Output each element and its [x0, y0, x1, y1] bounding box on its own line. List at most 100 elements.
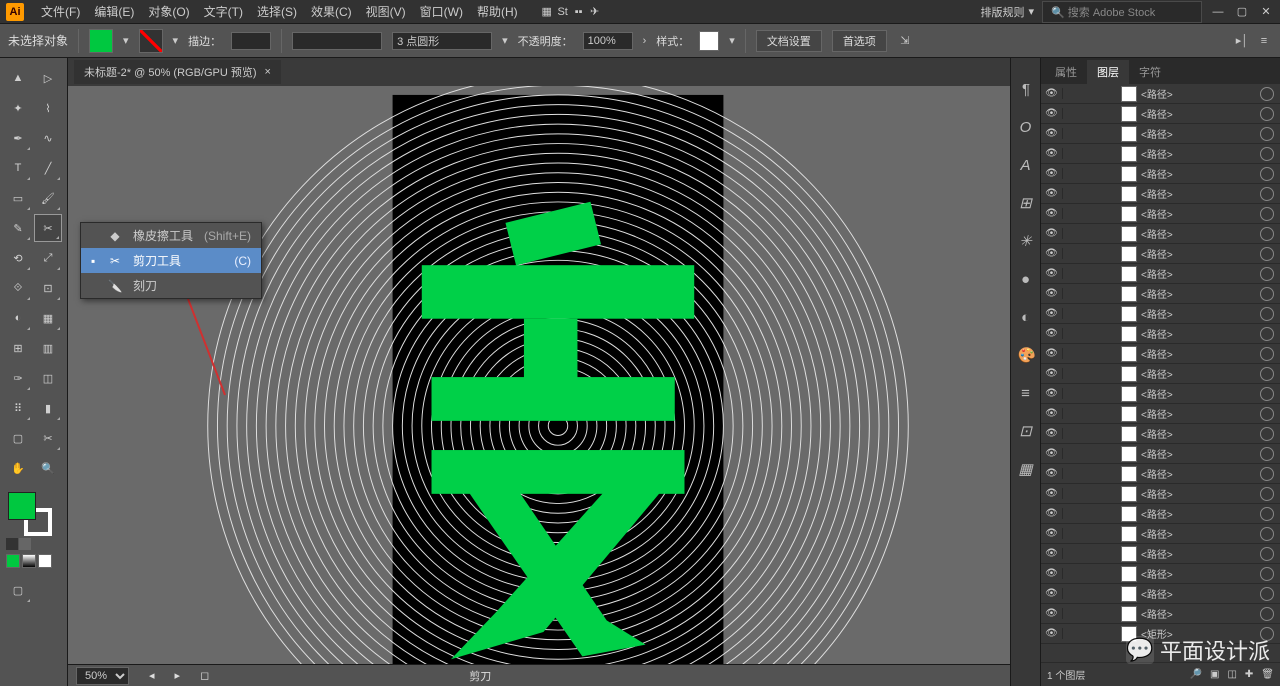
perspective-tool[interactable]: ▦ [34, 304, 62, 332]
visibility-toggle-icon[interactable]: 👁 [1041, 508, 1063, 519]
target-icon[interactable] [1260, 287, 1274, 301]
visibility-toggle-icon[interactable]: 👁 [1041, 288, 1063, 299]
scale-tool[interactable]: ⤢ [34, 244, 62, 272]
visibility-toggle-icon[interactable]: 👁 [1041, 548, 1063, 559]
document-tab[interactable]: 未标题-2* @ 50% (RGB/GPU 预览) × [74, 60, 281, 84]
target-icon[interactable] [1260, 487, 1274, 501]
layer-row[interactable]: 👁 <路径> [1041, 284, 1280, 304]
layer-row[interactable]: 👁 <路径> [1041, 464, 1280, 484]
shaper-tool[interactable]: ✎ [4, 214, 32, 242]
transparency-panel-icon[interactable]: ● [1015, 268, 1037, 290]
swap-colors-icon[interactable] [19, 538, 31, 550]
layer-row[interactable]: 👁 <路径> [1041, 164, 1280, 184]
layers-list[interactable]: 👁 <路径> 👁 <路径> 👁 <路径> 👁 <路径> 👁 <路径> 👁 <路径… [1041, 84, 1280, 662]
shape-builder-tool[interactable]: ◐ [4, 304, 32, 332]
chevron-right-icon[interactable]: › [643, 35, 647, 47]
layer-row[interactable]: 👁 <路径> [1041, 324, 1280, 344]
appearance-panel-icon[interactable]: ✳ [1015, 230, 1037, 252]
target-icon[interactable] [1260, 267, 1274, 281]
visibility-toggle-icon[interactable]: 👁 [1041, 408, 1063, 419]
layer-row[interactable]: 👁 <路径> [1041, 344, 1280, 364]
visibility-toggle-icon[interactable]: 👁 [1041, 608, 1063, 619]
fill-swatch[interactable] [89, 29, 113, 53]
nav-fwd-icon[interactable]: ▸ [175, 669, 181, 682]
opacity-input[interactable] [583, 32, 633, 50]
transform-icon[interactable]: ⇲ [897, 33, 913, 49]
layer-row[interactable]: 👁 <路径> [1041, 244, 1280, 264]
layers-tab[interactable]: 图层 [1087, 60, 1129, 84]
visibility-toggle-icon[interactable]: 👁 [1041, 148, 1063, 159]
delete-layer-icon[interactable]: 🗑 [1261, 669, 1274, 680]
target-icon[interactable] [1260, 567, 1274, 581]
layer-row[interactable]: 👁 <路径> [1041, 564, 1280, 584]
visibility-toggle-icon[interactable]: 👁 [1041, 228, 1063, 239]
layer-row[interactable]: 👁 <路径> [1041, 264, 1280, 284]
layer-row[interactable]: 👁 <路径> [1041, 604, 1280, 624]
layer-row[interactable]: 👁 <路径> [1041, 304, 1280, 324]
bridge-icon[interactable]: ▦ [539, 4, 555, 20]
stroke-swatch[interactable] [139, 29, 163, 53]
layer-row[interactable]: 👁 <路径> [1041, 524, 1280, 544]
width-tool[interactable]: ⟐ [4, 274, 32, 302]
chevron-down-icon[interactable]: ▾ [173, 34, 179, 47]
symbol-sprayer-tool[interactable]: ⠿ [4, 394, 32, 422]
flyout-scissors-tool[interactable]: ▪ ✂ 剪刀工具 (C) [81, 248, 261, 273]
character-tab[interactable]: 字符 [1129, 60, 1171, 84]
layer-row[interactable]: 👁 <路径> [1041, 424, 1280, 444]
target-icon[interactable] [1260, 227, 1274, 241]
direct-selection-tool[interactable]: ▷ [34, 64, 62, 92]
pen-tool[interactable]: ✒ [4, 124, 32, 152]
default-colors-icon[interactable] [6, 538, 18, 550]
rectangle-tool[interactable]: ▭ [4, 184, 32, 212]
layer-row[interactable]: 👁 <路径> [1041, 364, 1280, 384]
target-icon[interactable] [1260, 507, 1274, 521]
pathfinder-panel-icon[interactable]: ⊡ [1015, 420, 1037, 442]
visibility-toggle-icon[interactable]: 👁 [1041, 388, 1063, 399]
target-icon[interactable] [1260, 407, 1274, 421]
selection-tool[interactable]: ▲ [4, 64, 32, 92]
visibility-toggle-icon[interactable]: 👁 [1041, 488, 1063, 499]
visibility-toggle-icon[interactable]: 👁 [1041, 348, 1063, 359]
gradient-tool[interactable]: ▥ [34, 334, 62, 362]
target-icon[interactable] [1260, 87, 1274, 101]
character-panel-icon[interactable]: A [1015, 154, 1037, 176]
layer-row[interactable]: 👁 <路径> [1041, 204, 1280, 224]
screen-mode-tool[interactable]: ▢ [4, 576, 32, 604]
preferences-button[interactable]: 首选项 [832, 30, 887, 52]
panel-menu-icon[interactable]: ≡ [1256, 33, 1272, 49]
color-mode-color[interactable] [6, 554, 20, 568]
glyphs-panel-icon[interactable]: ⊞ [1015, 192, 1037, 214]
opentype-panel-icon[interactable]: O [1015, 116, 1037, 138]
visibility-toggle-icon[interactable]: 👁 [1041, 528, 1063, 539]
brush-definition-input[interactable] [392, 32, 492, 50]
graphic-style-swatch[interactable] [699, 31, 719, 51]
menu-object[interactable]: 对象(O) [141, 3, 196, 20]
align-panel-icon[interactable]: ≡ [1015, 382, 1037, 404]
brush-input[interactable] [292, 32, 382, 50]
target-icon[interactable] [1260, 147, 1274, 161]
layer-row[interactable]: 👁 <路径> [1041, 584, 1280, 604]
visibility-toggle-icon[interactable]: 👁 [1041, 108, 1063, 119]
eyedropper-tool[interactable]: ✑ [4, 364, 32, 392]
target-icon[interactable] [1260, 587, 1274, 601]
mesh-tool[interactable]: ⊞ [4, 334, 32, 362]
zoom-tool[interactable]: 🔍 [34, 454, 62, 482]
fill-color[interactable] [8, 492, 36, 520]
menu-help[interactable]: 帮助(H) [470, 3, 525, 20]
new-layer-icon[interactable]: ✚ [1245, 669, 1253, 680]
zoom-select[interactable]: 50% [76, 667, 129, 685]
flyout-knife-tool[interactable]: 🔪 刻刀 [81, 273, 261, 298]
layer-row[interactable]: 👁 <路径> [1041, 504, 1280, 524]
target-icon[interactable] [1260, 467, 1274, 481]
stroke-weight-input[interactable] [231, 32, 271, 50]
chevron-down-icon[interactable]: ▾ [502, 34, 508, 47]
lasso-tool[interactable]: ⌇ [34, 94, 62, 122]
visibility-toggle-icon[interactable]: 👁 [1041, 208, 1063, 219]
menu-edit[interactable]: 编辑(E) [87, 3, 141, 20]
layer-row[interactable]: 👁 <路径> [1041, 84, 1280, 104]
workspace-switcher[interactable]: 排版规则 ▾ [980, 4, 1034, 20]
canvas[interactable] [68, 86, 1010, 664]
layer-row[interactable]: 👁 <路径> [1041, 404, 1280, 424]
visibility-toggle-icon[interactable]: 👁 [1041, 128, 1063, 139]
transform-panel-icon[interactable]: ▦ [1015, 458, 1037, 480]
